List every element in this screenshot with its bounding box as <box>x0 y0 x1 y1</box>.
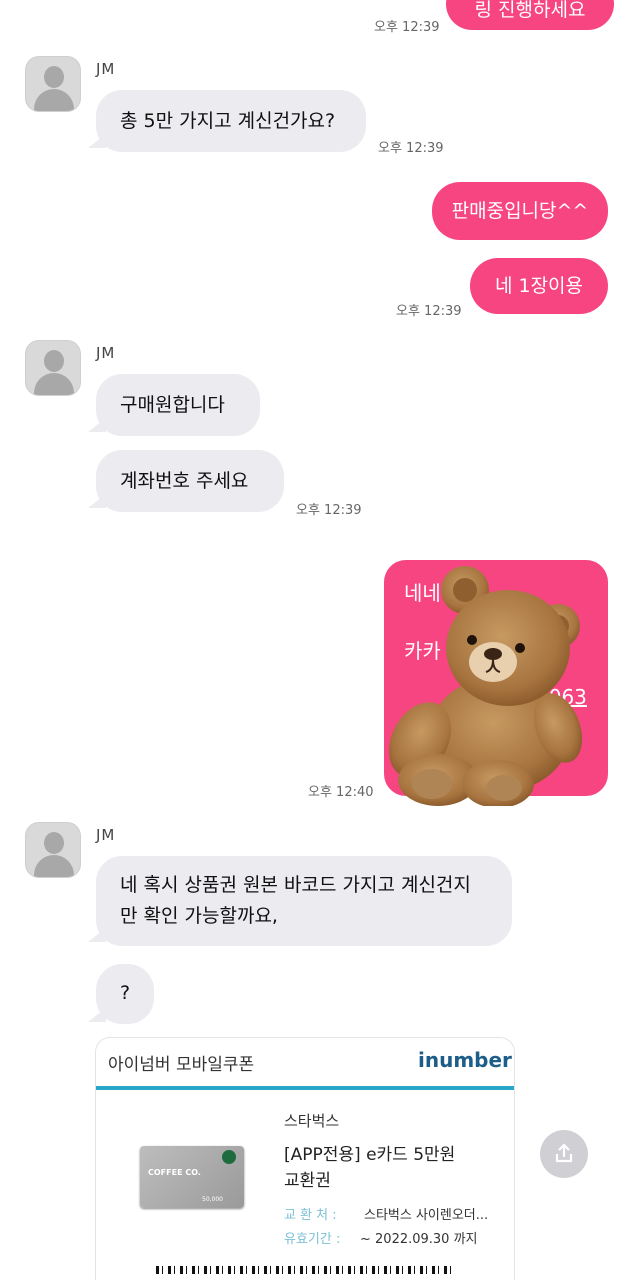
default-avatar-icon[interactable] <box>25 340 81 396</box>
timestamp: 오후 12:39 <box>374 20 440 35</box>
exchange-value: 스타벅스 사이렌오더... <box>364 1208 489 1223</box>
incoming-bubble[interactable]: ? <box>96 964 154 1024</box>
message-text: 구매원합니다 <box>120 394 225 416</box>
incoming-bubble[interactable]: 계좌번호 주세요 <box>96 450 284 512</box>
message-text-line: 네 혹시 상품권 원본 바코드 가지고 계신건지 <box>120 874 471 896</box>
message-text: ? <box>119 982 131 1004</box>
incoming-bubble[interactable]: 네 혹시 상품권 원본 바코드 가지고 계신건지 만 확인 가능할까요, <box>96 856 512 946</box>
incoming-bubble[interactable]: 총 5만 가지고 계신건가요? <box>96 90 366 152</box>
coupon-product-line: [APP전용] e카드 5만원 <box>284 1145 456 1165</box>
timestamp: 오후 12:39 <box>296 503 362 518</box>
default-avatar-icon[interactable] <box>25 822 81 878</box>
teddy-bear-sticker <box>388 566 583 806</box>
card-text: COFFEE CO. <box>148 1168 201 1177</box>
sender-name: JM <box>96 60 116 78</box>
coupon-header-title: 아이넘버 모바일쿠폰 <box>108 1055 255 1075</box>
message-text: 총 5만 가지고 계신건가요? <box>120 110 336 132</box>
message-text-line: 만 확인 가능할까요, <box>120 905 278 927</box>
inumber-logo: inumber <box>418 1048 512 1072</box>
coupon-image[interactable]: 아이넘버 모바일쿠폰 inumber COFFEE CO. 50,000 스타벅… <box>96 1038 514 1280</box>
outgoing-bubble-partial: 링 진행하세요 <box>446 0 614 30</box>
starbucks-card-image: COFFEE CO. 50,000 <box>140 1146 244 1208</box>
coupon-brand: 스타벅스 <box>284 1112 340 1130</box>
outgoing-bubble[interactable]: 판매중입니당^^ <box>432 182 608 240</box>
timestamp: 오후 12:39 <box>396 304 462 319</box>
coupon-product-line: 교환권 <box>284 1171 331 1191</box>
validity-label: 유효기간 : <box>284 1232 341 1247</box>
default-avatar-icon[interactable] <box>25 56 81 112</box>
message-text: 계좌번호 주세요 <box>120 470 249 492</box>
outgoing-bubble[interactable]: 네 1장이용 <box>470 258 608 314</box>
timestamp: 오후 12:40 <box>308 785 374 800</box>
sender-name: JM <box>96 344 116 362</box>
incoming-bubble[interactable]: 구매원합니다 <box>96 374 260 436</box>
share-icon <box>555 1143 573 1163</box>
message-text: 판매중입니당^^ <box>451 200 589 222</box>
validity-value: ~ 2022.09.30 까지 <box>360 1232 478 1247</box>
sender-name: JM <box>96 826 116 844</box>
coupon-header: 아이넘버 모바일쿠폰 inumber <box>96 1038 514 1090</box>
barcode-strip <box>156 1266 456 1274</box>
timestamp: 오후 12:39 <box>378 141 444 156</box>
message-text: 링 진행하세요 <box>474 0 586 21</box>
message-text: 네 1장이용 <box>494 275 584 297</box>
share-button[interactable] <box>540 1130 588 1178</box>
starbucks-logo-icon <box>222 1150 236 1164</box>
exchange-label: 교 환 처 : <box>284 1208 337 1223</box>
card-amount: 50,000 <box>202 1196 223 1203</box>
